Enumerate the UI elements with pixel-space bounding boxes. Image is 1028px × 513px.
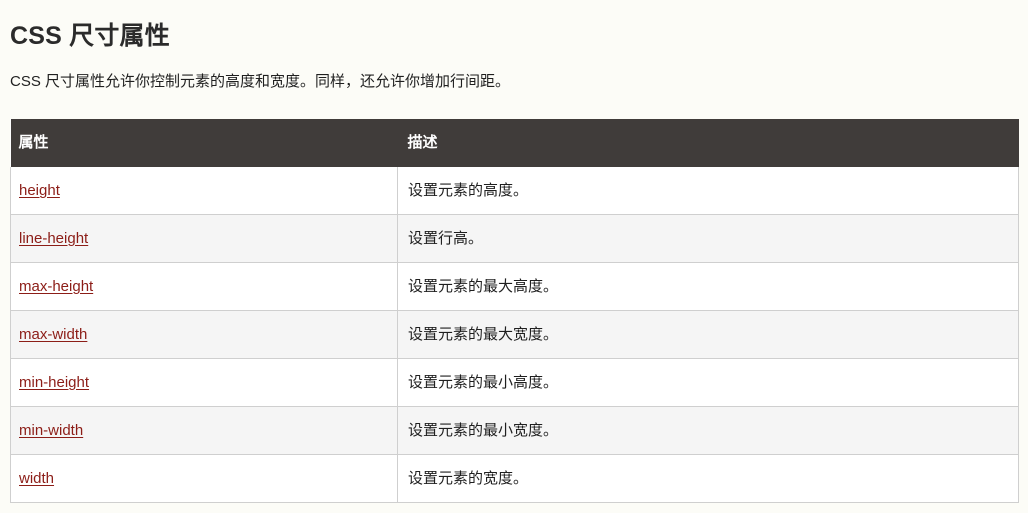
property-link-width[interactable]: width (19, 470, 54, 487)
table-cell-description: 设置行高。 (397, 214, 1019, 263)
table-row: line-height 设置行高。 (10, 214, 1019, 263)
table-header-row: 属性 描述 (10, 119, 1019, 167)
table-cell-property: width (10, 454, 398, 503)
css-dimension-properties-table: 属性 描述 height 设置元素的高度。 line-height 设置行高。 (10, 119, 1019, 503)
table-row: max-height 设置元素的最大高度。 (10, 262, 1019, 311)
table-row: min-width 设置元素的最小宽度。 (10, 406, 1019, 455)
table-row: height 设置元素的高度。 (10, 167, 1019, 215)
table-cell-property: line-height (10, 214, 398, 263)
table-cell-property: height (10, 167, 398, 215)
table-header: 属性 描述 (10, 119, 1019, 167)
column-header-property: 属性 (10, 119, 398, 167)
table-cell-property: min-height (10, 358, 398, 407)
table-cell-description: 设置元素的最小高度。 (397, 358, 1019, 407)
property-link-height[interactable]: height (19, 182, 60, 199)
table-row: max-width 设置元素的最大宽度。 (10, 310, 1019, 359)
table-cell-description: 设置元素的宽度。 (397, 454, 1019, 503)
table-cell-description: 设置元素的最大宽度。 (397, 310, 1019, 359)
table-cell-description: 设置元素的最小宽度。 (397, 406, 1019, 455)
properties-table-wrapper: 属性 描述 height 设置元素的高度。 line-height 设置行高。 (10, 119, 1019, 503)
table-cell-property: max-height (10, 262, 398, 311)
table-cell-property: min-width (10, 406, 398, 455)
table-cell-description: 设置元素的高度。 (397, 167, 1019, 215)
table-cell-description: 设置元素的最大高度。 (397, 262, 1019, 311)
page-title: CSS 尺寸属性 (10, 22, 170, 50)
property-link-min-height[interactable]: min-height (19, 374, 89, 391)
page-container: CSS 尺寸属性 CSS 尺寸属性允许你控制元素的高度和宽度。同样，还允许你增加… (0, 0, 1028, 503)
table-row: min-height 设置元素的最小高度。 (10, 358, 1019, 407)
property-link-min-width[interactable]: min-width (19, 422, 83, 439)
table-cell-property: max-width (10, 310, 398, 359)
property-link-max-height[interactable]: max-height (19, 278, 93, 295)
table-row: width 设置元素的宽度。 (10, 454, 1019, 503)
property-link-line-height[interactable]: line-height (19, 230, 88, 247)
property-link-max-width[interactable]: max-width (19, 326, 87, 343)
intro-paragraph: CSS 尺寸属性允许你控制元素的高度和宽度。同样，还允许你增加行间距。 (10, 73, 511, 90)
column-header-description: 描述 (397, 119, 1019, 167)
table-body: height 设置元素的高度。 line-height 设置行高。 max-he… (10, 167, 1019, 503)
